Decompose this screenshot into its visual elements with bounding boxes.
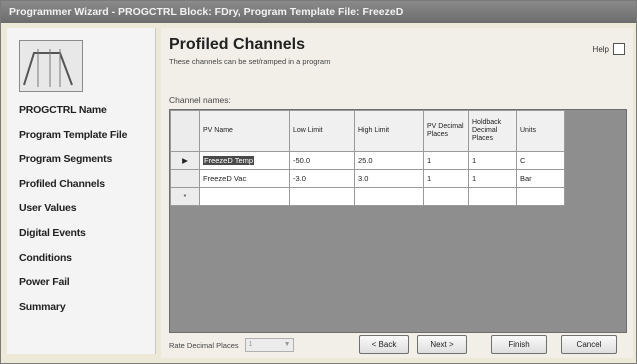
row-header-corner	[170, 110, 200, 152]
units-cell[interactable]	[516, 187, 565, 206]
back-button[interactable]: < Back	[359, 335, 409, 354]
help-label: Help	[592, 44, 609, 54]
units-cell[interactable]: Bar	[516, 169, 565, 188]
row-marker[interactable]	[170, 169, 200, 188]
cancel-button[interactable]: Cancel	[561, 335, 617, 354]
table-header-row: PV Name Low Limit High Limit PV Decimal …	[170, 110, 565, 152]
wizard-window: Programmer Wizard - PROGCTRL Block: FDry…	[0, 0, 637, 364]
page-title: Profiled Channels	[169, 36, 306, 53]
sidebar-item-power-fail[interactable]: Power Fail	[19, 276, 127, 301]
units-cell[interactable]: C	[516, 151, 565, 170]
holdback-decimal-cell[interactable]	[468, 187, 517, 206]
sidebar: PROGCTRL Name Program Template File Prog…	[7, 28, 156, 354]
sidebar-item-user-values[interactable]: User Values	[19, 202, 127, 227]
pv-decimal-cell[interactable]	[423, 187, 469, 206]
current-row-marker[interactable]: ▶	[170, 151, 200, 170]
window-title: Programmer Wizard - PROGCTRL Block: FDry…	[1, 1, 636, 23]
col-low-limit[interactable]: Low Limit	[289, 110, 355, 152]
sidebar-item-program-segments[interactable]: Program Segments	[19, 153, 127, 178]
help-checkbox[interactable]	[613, 43, 625, 55]
help-toggle[interactable]: Help	[593, 43, 625, 55]
pv-name-cell[interactable]: FreezeD Vac	[199, 169, 290, 188]
sidebar-item-conditions[interactable]: Conditions	[19, 252, 127, 277]
ramp-profile-icon	[19, 40, 83, 92]
rate-decimal-places-label: Rate Decimal Places	[169, 340, 239, 350]
col-pv-decimal-places[interactable]: PV Decimal Places	[423, 110, 469, 152]
high-limit-cell[interactable]: 25.0	[354, 151, 424, 170]
table-row: FreezeD Vac -3.0 3.0 1 1 Bar	[170, 169, 565, 188]
holdback-decimal-cell[interactable]: 1	[468, 151, 517, 170]
table-row: ▶ FreezeD Temp -50.0 25.0 1 1 C	[170, 151, 565, 170]
new-row-marker[interactable]: *	[170, 187, 200, 206]
col-high-limit[interactable]: High Limit	[354, 110, 424, 152]
low-limit-cell[interactable]	[289, 187, 355, 206]
rate-decimal-places: Rate Decimal Places 1 ▼	[169, 338, 294, 352]
high-limit-cell[interactable]: 3.0	[354, 169, 424, 188]
pv-name-value[interactable]: FreezeD Temp	[203, 156, 255, 165]
next-button[interactable]: Next >	[417, 335, 467, 354]
page-subtitle: These channels can be set/ramped in a pr…	[169, 57, 331, 66]
rate-decimal-places-value: 1	[248, 341, 253, 348]
sidebar-item-progctrl-name[interactable]: PROGCTRL Name	[19, 104, 127, 129]
main-panel: Profiled Channels These channels can be …	[161, 28, 633, 358]
col-pv-name[interactable]: PV Name	[199, 110, 290, 152]
high-limit-cell[interactable]	[354, 187, 424, 206]
wizard-steps: PROGCTRL Name Program Template File Prog…	[19, 104, 127, 325]
channel-names-label: Channel names:	[169, 95, 231, 105]
pv-name-cell[interactable]: FreezeD Temp	[199, 151, 290, 170]
rate-decimal-places-select[interactable]: 1 ▼	[244, 338, 294, 352]
low-limit-cell[interactable]: -3.0	[289, 169, 355, 188]
channel-grid: PV Name Low Limit High Limit PV Decimal …	[169, 109, 627, 333]
col-units[interactable]: Units	[516, 110, 565, 152]
pv-name-cell[interactable]	[199, 187, 290, 206]
sidebar-item-summary[interactable]: Summary	[19, 301, 127, 326]
new-row: *	[170, 187, 565, 206]
sidebar-item-digital-events[interactable]: Digital Events	[19, 227, 127, 252]
pv-decimal-cell[interactable]: 1	[423, 169, 469, 188]
chevron-down-icon: ▼	[283, 341, 291, 348]
finish-button[interactable]: Finish	[491, 335, 547, 354]
col-holdback-decimal-places[interactable]: Holdback Decimal Places	[468, 110, 517, 152]
holdback-decimal-cell[interactable]: 1	[468, 169, 517, 188]
sidebar-item-profiled-channels[interactable]: Profiled Channels	[19, 178, 127, 203]
low-limit-cell[interactable]: -50.0	[289, 151, 355, 170]
pv-decimal-cell[interactable]: 1	[423, 151, 469, 170]
channel-table: PV Name Low Limit High Limit PV Decimal …	[170, 110, 565, 206]
sidebar-item-program-template-file[interactable]: Program Template File	[19, 129, 127, 154]
